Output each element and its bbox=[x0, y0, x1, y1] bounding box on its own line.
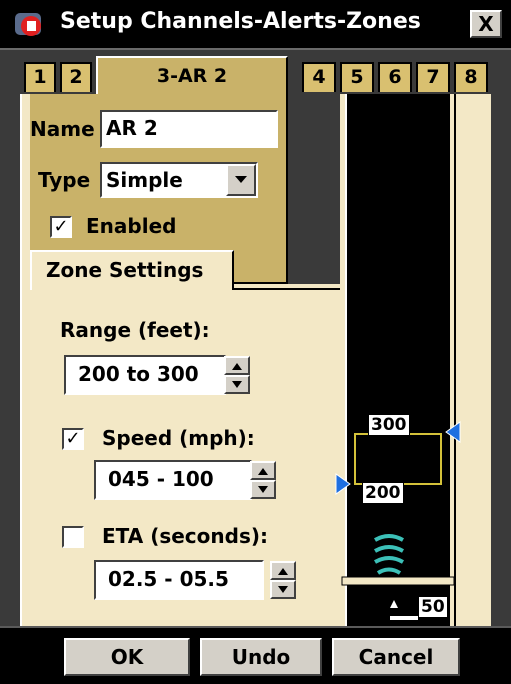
eta-spinner[interactable] bbox=[270, 561, 296, 599]
name-field[interactable]: AR 2 bbox=[100, 110, 278, 148]
type-label: Type bbox=[38, 168, 91, 192]
speed-label: Speed (mph): bbox=[102, 426, 255, 450]
base-line bbox=[341, 576, 455, 586]
undo-button[interactable]: Undo bbox=[200, 638, 322, 676]
arrow-down-icon bbox=[278, 586, 288, 593]
app-icon bbox=[15, 13, 41, 36]
arrow-down-icon bbox=[258, 486, 268, 493]
eta-up-button[interactable] bbox=[270, 561, 296, 580]
close-button[interactable]: X bbox=[470, 10, 502, 38]
tab-8[interactable]: 8 bbox=[454, 62, 488, 92]
divider bbox=[234, 288, 342, 290]
speed-up-button[interactable] bbox=[250, 461, 276, 480]
lower-marker-icon[interactable] bbox=[335, 473, 351, 495]
chevron-down-icon bbox=[235, 176, 247, 183]
panel-border bbox=[20, 94, 30, 626]
sensor-icon bbox=[390, 600, 398, 608]
speed-spinner[interactable] bbox=[250, 461, 276, 499]
tab-2[interactable]: 2 bbox=[60, 62, 92, 92]
tab-7[interactable]: 7 bbox=[416, 62, 450, 92]
type-dropdown-button[interactable] bbox=[226, 164, 256, 196]
speed-checkbox[interactable]: ✓ bbox=[62, 428, 84, 450]
title-bar: Setup Channels-Alerts-Zones X bbox=[0, 0, 511, 50]
tab-5[interactable]: 5 bbox=[340, 62, 374, 92]
speed-field[interactable]: 045 - 100 bbox=[94, 460, 252, 500]
tab-6[interactable]: 6 bbox=[378, 62, 412, 92]
eta-checkbox[interactable] bbox=[62, 526, 84, 548]
speed-down-button[interactable] bbox=[250, 480, 276, 499]
zone-box bbox=[354, 433, 442, 485]
eta-down-button[interactable] bbox=[270, 580, 296, 599]
zone-settings-tab[interactable]: Zone Settings bbox=[30, 250, 234, 290]
base-range-label: 50 bbox=[418, 596, 448, 618]
eta-field[interactable]: 02.5 - 05.5 bbox=[94, 560, 264, 600]
type-value: Simple bbox=[106, 168, 183, 192]
enabled-label: Enabled bbox=[86, 214, 177, 238]
upper-marker-icon[interactable] bbox=[445, 421, 461, 443]
range-field[interactable]: 200 to 300 bbox=[64, 355, 226, 395]
tab-1[interactable]: 1 bbox=[24, 62, 56, 92]
arrow-down-icon bbox=[232, 381, 242, 388]
upper-range-label: 300 bbox=[368, 414, 410, 436]
range-label: Range (feet): bbox=[60, 318, 210, 342]
enabled-checkbox[interactable]: ✓ bbox=[50, 216, 72, 238]
range-up-button[interactable] bbox=[224, 356, 250, 375]
tab-4[interactable]: 4 bbox=[302, 62, 336, 92]
tab-3-ar2[interactable]: 3-AR 2 bbox=[96, 56, 288, 96]
lower-range-label: 200 bbox=[362, 482, 404, 504]
arrow-up-icon bbox=[258, 468, 268, 475]
eta-label: ETA (seconds): bbox=[102, 524, 268, 548]
arrow-up-icon bbox=[232, 363, 242, 370]
cancel-button[interactable]: Cancel bbox=[332, 638, 460, 676]
name-label: Name bbox=[30, 117, 95, 141]
ok-button[interactable]: OK bbox=[64, 638, 190, 676]
window-title: Setup Channels-Alerts-Zones bbox=[60, 9, 421, 34]
range-spinner[interactable] bbox=[224, 356, 250, 394]
signal-icon bbox=[374, 534, 404, 575]
arrow-up-icon bbox=[278, 568, 288, 575]
dialog-window: Setup Channels-Alerts-Zones X 1 2 3-AR 2… bbox=[0, 0, 511, 684]
range-down-button[interactable] bbox=[224, 375, 250, 394]
